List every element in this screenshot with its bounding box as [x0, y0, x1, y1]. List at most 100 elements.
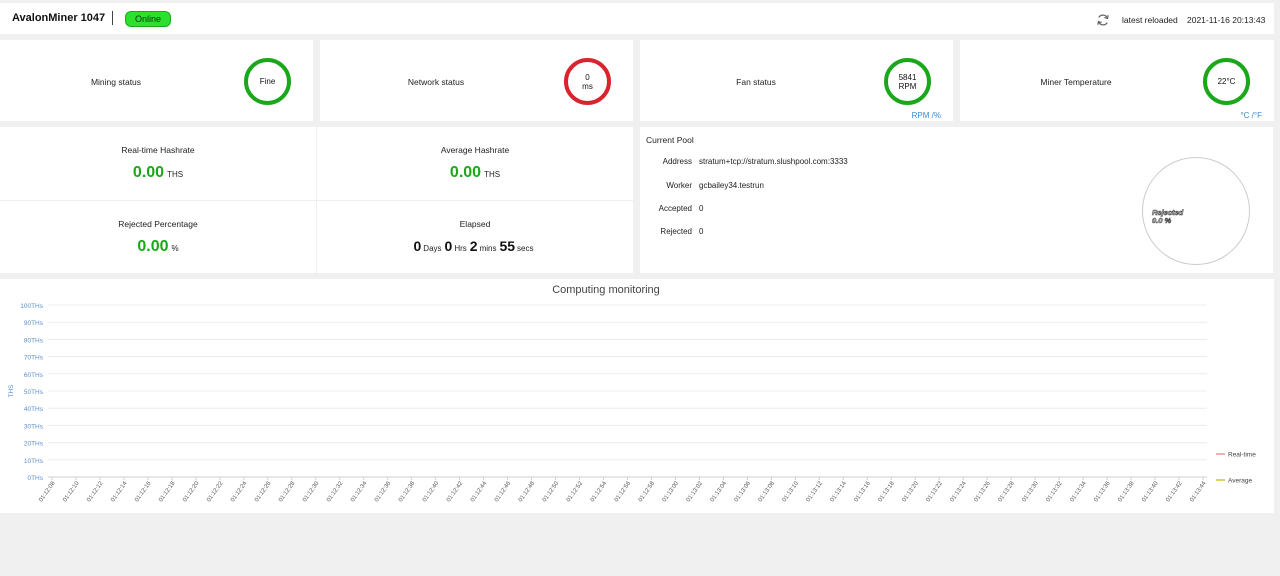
network-latency-unit: ms	[582, 81, 593, 91]
current-pool-panel: Current Pool Address stratum+tcp://strat…	[640, 127, 1273, 273]
x-tick-label: 01:13:22	[926, 480, 945, 503]
x-tick-label: 01:12:50	[542, 480, 561, 503]
fan-status-card: Fan status 5841 RPM RPM /%	[640, 40, 953, 121]
pool-value: gcbailey34.testrun	[699, 181, 764, 190]
status-badge: Online	[125, 11, 172, 27]
x-tick-label: 01:12:18	[158, 480, 177, 503]
average-hashrate-label: Average Hashrate	[440, 145, 510, 155]
header-bar: AvalonMiner 1047 Online latest reloaded …	[0, 3, 1274, 34]
average-hashrate-unit: THS	[484, 170, 501, 179]
y-tick-label: 30THs	[24, 423, 44, 430]
x-tick-label: 01:12:14	[110, 480, 129, 503]
fan-unit-toggle[interactable]: RPM /%	[912, 111, 941, 120]
x-tick-label: 01:13:26	[974, 480, 993, 503]
rejected-percentage-readout: 0.00%	[0, 238, 316, 256]
x-tick-label: 01:12:46	[494, 480, 513, 503]
x-tick-label: 01:13:12	[806, 480, 825, 503]
x-tick-label: 01:12:58	[638, 480, 657, 503]
x-tick-label: 01:13:30	[1021, 480, 1040, 503]
computing-monitoring-panel: Computing monitoring 0THs 10THs 20THs 30THs…	[0, 279, 1274, 513]
x-tick-label: 01:12:32	[326, 480, 345, 503]
y-tick-label: 90THs	[24, 320, 44, 327]
pool-value: 0	[699, 227, 704, 236]
x-tick-label: 01:12:40	[422, 480, 441, 503]
temperature-value: 22°C	[1217, 77, 1236, 86]
x-tick-label: 01:12:26	[254, 480, 273, 503]
average-hashrate-readout: 0.00 THS	[317, 164, 633, 182]
elapsed-minutes-unit: mins	[479, 244, 497, 253]
x-tick-label: 01:12:10	[62, 480, 81, 503]
y-tick-label: 20THs	[24, 441, 44, 448]
x-tick-label: 01:12:52	[566, 480, 585, 503]
x-tick-label: 01:12:36	[374, 480, 393, 503]
realtime-hashrate-value: 0.00	[132, 164, 165, 181]
pool-key: Address	[662, 157, 692, 166]
y-tick-label: 70THs	[24, 355, 44, 362]
pie-label-value: 0.0 %	[1152, 216, 1172, 225]
x-tick-label: 01:12:54	[590, 480, 609, 503]
x-tick-label: 01:13:00	[662, 480, 681, 503]
y-tick-label: 80THs	[24, 337, 44, 344]
rejected-pie-chart: Rejected 0.0 %	[1142, 157, 1250, 265]
temperature-label: Miner Temperature	[1040, 77, 1112, 87]
x-tick-label: 01:12:56	[614, 480, 633, 503]
pool-key: Accepted	[658, 204, 692, 213]
temperature-unit-toggle[interactable]: °C /°F	[1240, 111, 1262, 120]
x-tick-label: 01:12:12	[86, 480, 105, 503]
x-tick-label: 01:13:38	[1117, 480, 1136, 503]
title-divider	[112, 11, 113, 25]
x-tick-label: 01:13:20	[902, 480, 921, 503]
realtime-hashrate: Real-time Hashrate 0.00 THS	[0, 127, 316, 200]
x-tick-label: 01:12:42	[446, 480, 465, 503]
x-tick-label: 01:13:14	[830, 480, 849, 503]
hashrate-panel: Real-time Hashrate 0.00 THS Average Hashr…	[0, 127, 633, 273]
elapsed-readout: 0 Days 0 Hrs 2 mins 55 secs	[317, 238, 633, 256]
x-tick-label: 01:12:20	[182, 480, 201, 503]
x-tick-label: 01:13:06	[734, 480, 753, 503]
elapsed-label: Elapsed	[459, 219, 491, 229]
x-tick-label: 01:13:34	[1069, 480, 1088, 503]
y-tick-label: 40THs	[24, 406, 44, 413]
y-tick-label: 0THs	[27, 475, 43, 482]
network-status-ring: 0 ms	[564, 58, 611, 105]
elapsed-seconds: 55	[499, 238, 516, 254]
x-tick-label: 01:12:48	[518, 480, 537, 503]
rejected-percentage-label: Rejected Percentage	[118, 219, 198, 229]
x-tick-label: 01:12:08	[38, 480, 57, 503]
temperature-card: Miner Temperature 22°C °C /°F	[960, 40, 1274, 121]
legend-label: Average	[1228, 478, 1252, 485]
x-tick-label: 01:13:16	[854, 480, 873, 503]
refresh-icon[interactable]	[1096, 13, 1110, 27]
elapsed-hours: 0	[444, 238, 453, 254]
y-tick-label: 60THs	[24, 372, 44, 379]
x-tick-label: 01:13:24	[950, 480, 969, 503]
x-tick-label: 01:13:18	[878, 480, 897, 503]
temperature-ring: 22°C	[1203, 58, 1250, 105]
pool-title: Current Pool	[646, 135, 694, 145]
x-tick-label: 01:12:34	[350, 480, 369, 503]
x-tick-label: 01:13:08	[758, 480, 777, 503]
rejected-percentage-value: 0.00	[137, 238, 169, 255]
reload-label: latest reloaded	[1122, 15, 1178, 25]
x-tick-label: 01:12:44	[470, 480, 489, 503]
x-tick-label: 01:13:02	[686, 480, 705, 503]
x-tick-label: 01:12:30	[302, 480, 321, 503]
rejected-percentage-unit: %	[171, 244, 179, 253]
x-tick-label: 01:13:32	[1045, 480, 1064, 503]
x-tick-label: 01:13:42	[1165, 480, 1184, 503]
elapsed-minutes: 2	[469, 238, 478, 254]
realtime-hashrate-readout: 0.00 THS	[0, 164, 316, 182]
mining-status-card: Mining status Fine	[0, 40, 313, 121]
elapsed-seconds-unit: secs	[517, 244, 534, 253]
realtime-hashrate-unit: THS	[167, 170, 184, 179]
x-tick-label: 01:12:24	[230, 480, 249, 503]
legend-label: Real-time	[1228, 452, 1256, 459]
pool-value: stratum+tcp://stratum.slushpool.com:3333	[699, 157, 848, 166]
x-tick-label: 01:13:44	[1189, 480, 1208, 503]
fan-status-label: Fan status	[736, 77, 776, 87]
elapsed-days: 0	[413, 238, 422, 254]
mining-status-label: Mining status	[90, 77, 142, 87]
x-tick-label: 01:13:36	[1093, 480, 1112, 503]
pie-label: Rejected 0.0 %	[1152, 208, 1184, 225]
x-tick-label: 01:13:28	[997, 480, 1016, 503]
